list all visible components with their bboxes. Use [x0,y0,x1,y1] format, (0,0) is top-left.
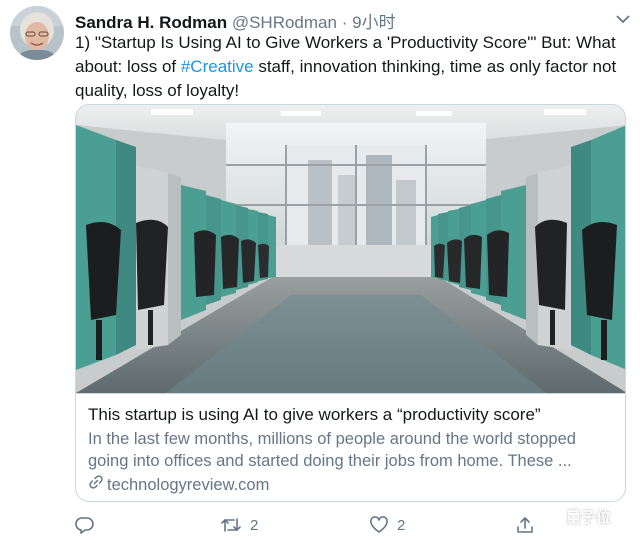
watermark-text: 量子位 [566,508,612,526]
reply-icon [75,515,95,535]
card-image[interactable] [76,105,625,393]
tweet-text: 1) "Startup Is Using AI to Give Workers … [75,31,630,103]
share-button[interactable] [515,512,535,538]
tweet-header: Sandra H. Rodman @SHRodman · 9小时 [75,8,635,32]
chevron-down-icon[interactable] [616,11,630,24]
card-body[interactable]: This startup is using AI to give workers… [76,393,625,501]
like-count: 2 [397,516,406,534]
author-handle[interactable]: @SHRodman [232,13,337,32]
author-name[interactable]: Sandra H. Rodman [75,13,227,32]
avatar[interactable] [10,6,64,60]
tweet-timestamp[interactable]: 9小时 [352,13,395,32]
card-domain[interactable]: technologyreview.com [88,474,615,496]
link-icon [88,474,107,496]
retweet-button[interactable]: 2 [220,512,258,538]
retweet-count: 2 [250,516,259,534]
link-card[interactable]: This startup is using AI to give workers… [75,104,626,502]
like-button[interactable]: 2 [369,512,405,538]
card-description: In the last few months, millions of peop… [88,430,576,470]
card-domain-text: technologyreview.com [107,476,270,494]
watermark: 量子位 [540,505,611,527]
card-title[interactable]: This startup is using AI to give workers… [88,404,615,426]
share-icon [515,515,535,535]
wechat-icon [540,505,566,527]
heart-icon [369,515,389,535]
retweet-icon [220,515,242,535]
reply-button[interactable] [75,512,95,538]
separator-dot: · [341,13,348,32]
hashtag-link[interactable]: #Creative [181,57,254,76]
